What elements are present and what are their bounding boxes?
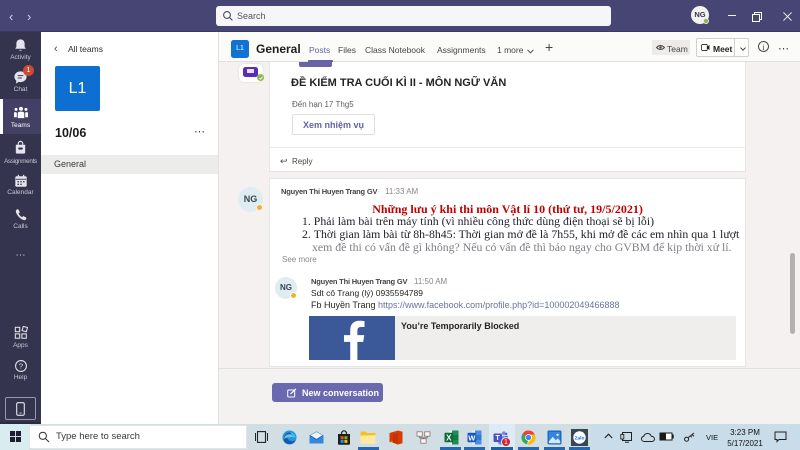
svg-text:?: ?	[19, 362, 23, 371]
svg-text:W: W	[468, 433, 476, 442]
svg-text:Zalo: Zalo	[575, 436, 585, 442]
svg-text:X: X	[446, 433, 452, 442]
svg-text:T: T	[496, 435, 501, 442]
